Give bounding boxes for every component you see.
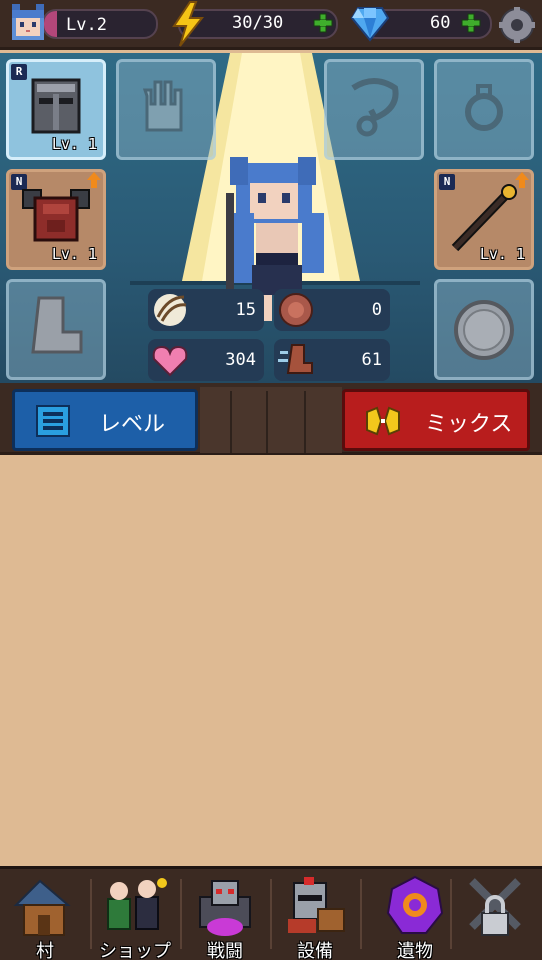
- stat-defense: 0: [274, 289, 390, 331]
- add-energy-plus-icon[interactable]: [312, 12, 334, 34]
- helmet-level: Lv. 1: [51, 135, 97, 153]
- shop-merchant-icon: [107, 878, 167, 930]
- armor-slot[interactable]: N Lv. 1: [6, 169, 106, 270]
- shield-slot-empty[interactable]: [434, 279, 534, 380]
- add-gems-plus-icon[interactable]: [460, 12, 482, 34]
- equipment-knight-icon: [288, 877, 345, 933]
- gem-value: 60: [430, 13, 451, 33]
- armor-icon: [22, 189, 90, 242]
- level-bar[interactable]: Lv.2: [42, 9, 158, 39]
- top-bar: Lv.2 30/30 60: [0, 0, 542, 50]
- boot-speed-icon: [278, 344, 313, 374]
- nav-village-label: 村: [36, 941, 54, 960]
- ring-placeholder-icon: [465, 84, 503, 131]
- armor-level: Lv. 1: [51, 245, 97, 263]
- nav-village[interactable]: 村: [0, 869, 90, 960]
- stat-hp: 304: [148, 339, 264, 381]
- shield-defense-icon: [279, 293, 313, 327]
- defense-value: 0: [371, 300, 382, 320]
- mix-icon: [366, 406, 400, 436]
- claw-attack-icon: [154, 294, 187, 326]
- staff-icon: [451, 184, 517, 252]
- speed-value: 61: [361, 350, 382, 370]
- weapon-slot[interactable]: N Lv. 1: [434, 169, 534, 270]
- wood-planks: [200, 387, 342, 453]
- nav-relics[interactable]: 遺物: [370, 869, 460, 960]
- heart-icon: [152, 345, 188, 377]
- action-bar: レベル ミックス: [0, 383, 542, 455]
- diamond-icon: [350, 7, 390, 42]
- hp-value: 304: [225, 350, 256, 370]
- player-avatar-icon[interactable]: [6, 2, 52, 46]
- hero-panel: R Lv. 1 N Lv. 1 N Lv. 1 15 0 304 61: [0, 53, 542, 383]
- nav-shop-label: ショップ: [99, 941, 171, 960]
- level-label: Lv.2: [66, 15, 107, 35]
- mix-button[interactable]: ミックス: [342, 389, 530, 451]
- nav-shop[interactable]: ショップ: [90, 869, 180, 960]
- battle-demon-icon: [199, 880, 251, 936]
- level-up-button[interactable]: レベル: [12, 389, 198, 451]
- nav-equipment[interactable]: 設備: [270, 869, 360, 960]
- gear-icon[interactable]: [498, 6, 536, 44]
- helmet-icon: [31, 78, 81, 134]
- boots-slot-empty[interactable]: [6, 279, 106, 380]
- ring-slot-empty[interactable]: [434, 59, 534, 160]
- nav-locked[interactable]: [452, 869, 542, 960]
- helmet-slot[interactable]: R Lv. 1: [6, 59, 106, 160]
- locked-swords-icon: [469, 878, 521, 936]
- weapon-level: Lv. 1: [479, 245, 525, 263]
- boots-placeholder-icon: [31, 296, 83, 354]
- gloves-placeholder-icon: [142, 80, 183, 132]
- energy-value: 30/30: [232, 13, 284, 33]
- mix-button-label: ミックス: [425, 412, 513, 437]
- level-button-label: レベル: [99, 412, 166, 437]
- stat-speed: 61: [274, 339, 390, 381]
- bottom-nav: 村 ショップ 戦闘 設備 遺物: [0, 866, 542, 960]
- necklace-placeholder-icon: [351, 78, 399, 137]
- village-house-icon: [13, 879, 71, 936]
- gloves-slot-empty[interactable]: [116, 59, 216, 160]
- stat-attack: 15: [148, 289, 264, 331]
- attack-value: 15: [235, 300, 256, 320]
- nav-battle[interactable]: 戦闘: [180, 869, 270, 960]
- lightning-icon: [172, 0, 205, 47]
- shield-placeholder-icon: [454, 300, 514, 360]
- nav-relics-label: 遺物: [397, 941, 433, 960]
- menu-list-icon: [36, 405, 70, 437]
- nav-equipment-label: 設備: [297, 941, 333, 960]
- relic-orb-icon: [386, 875, 444, 934]
- necklace-slot-empty[interactable]: [324, 59, 424, 160]
- nav-battle-label: 戦闘: [207, 941, 243, 960]
